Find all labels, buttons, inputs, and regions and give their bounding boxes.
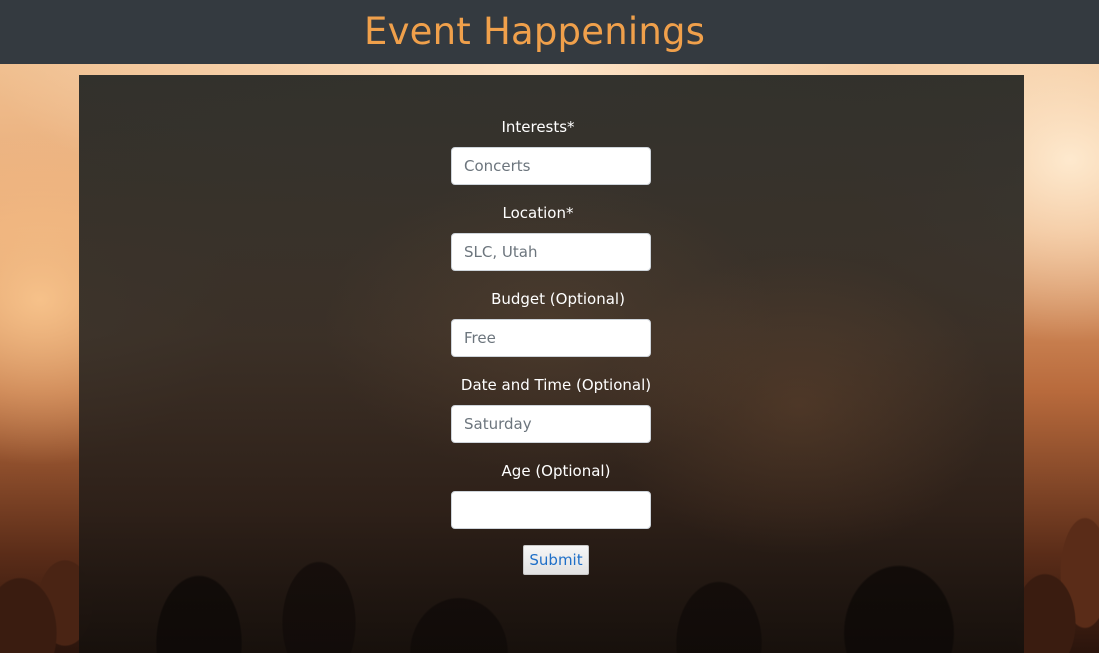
location-input[interactable] [451,233,651,271]
budget-input[interactable] [451,319,651,357]
location-label: Location* [502,204,574,222]
age-input[interactable] [451,491,651,529]
date-time-input[interactable] [451,405,651,443]
budget-label: Budget (Optional) [491,290,625,308]
interests-label: Interests* [501,118,575,136]
age-label: Age (Optional) [501,462,611,480]
header-bar: Event Happenings [0,0,1099,64]
site-title: Event Happenings [364,10,706,53]
page: Event Happenings Interests* Location* Bu… [0,0,1099,653]
interests-input[interactable] [451,147,651,185]
date-time-label: Date and Time (Optional) [460,376,652,394]
submit-button[interactable]: Submit [523,545,589,575]
